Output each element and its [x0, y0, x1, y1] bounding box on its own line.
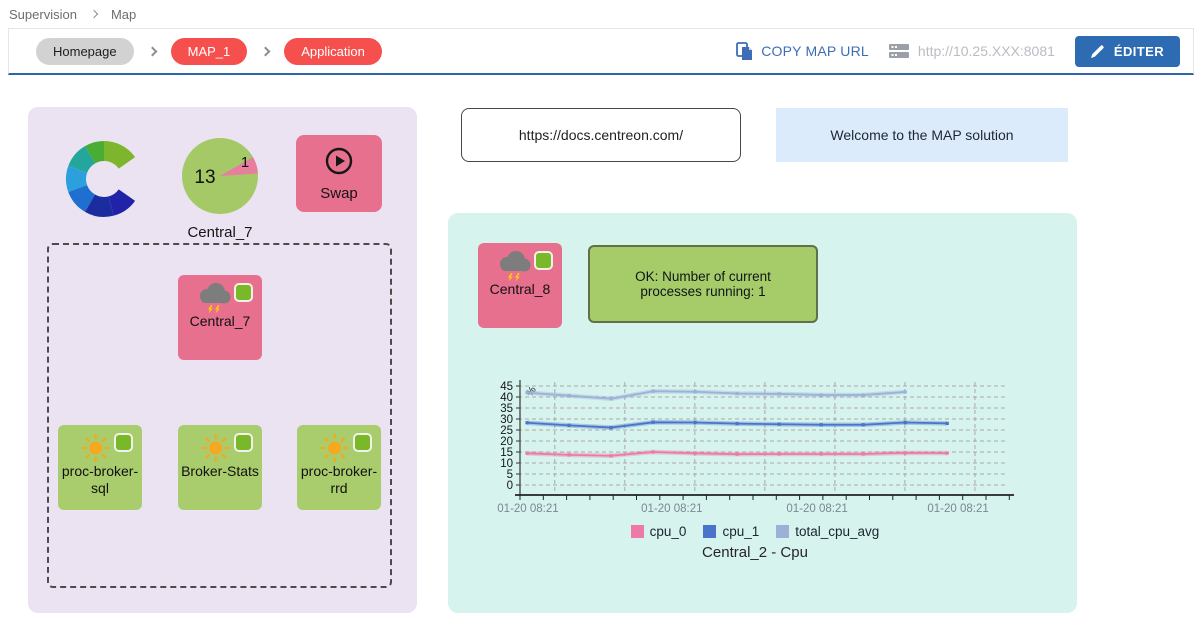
edit-button[interactable]: ÉDITER: [1075, 36, 1180, 67]
node-label: proc-broker-rrd: [297, 463, 381, 497]
chevron-right-icon: [90, 10, 98, 18]
server-url: http://10.25.XXX:8081: [889, 42, 1055, 60]
top-breadcrumb-map[interactable]: Map: [111, 7, 136, 22]
status-badge: [114, 433, 133, 452]
node-swap-label: Swap: [320, 185, 358, 202]
node-icon-row: [178, 425, 262, 463]
svg-text:10: 10: [500, 458, 513, 470]
map-breadcrumb: Homepage MAP_1 Application: [36, 38, 382, 65]
top-breadcrumb-supervision[interactable]: Supervision: [9, 7, 77, 22]
storm-cloud-icon: [194, 281, 236, 317]
svg-text:01-20 08:21: 01-20 08:21: [497, 503, 558, 515]
pie-widget-label: Central_7: [158, 224, 282, 241]
node-label: Broker-Stats: [178, 463, 262, 480]
svg-text:15: 15: [500, 447, 513, 459]
node-proc-broker-sql[interactable]: proc-broker-sql: [58, 425, 142, 510]
copy-map-url-button[interactable]: COPY MAP URL: [736, 42, 869, 61]
sun-icon: [317, 431, 353, 465]
chevron-right-icon: [147, 46, 157, 56]
node-proc-broker-rrd[interactable]: proc-broker-rrd: [297, 425, 381, 510]
storm-cloud-icon: [494, 249, 536, 285]
map-panel-right: Central_8 OK: Number of current processe…: [448, 213, 1077, 613]
svg-text:45: 45: [500, 381, 513, 393]
docs-url-box[interactable]: https://docs.centreon.com/: [461, 108, 741, 162]
server-icon: [889, 42, 910, 60]
welcome-box: Welcome to the MAP solution: [776, 108, 1068, 162]
svg-text:35: 35: [500, 403, 513, 415]
pie-problem-count: 1: [241, 154, 249, 171]
node-icon-row: [297, 425, 381, 463]
svg-text:01-20 08:21: 01-20 08:21: [927, 503, 988, 515]
copy-icon: [736, 42, 753, 61]
svg-text:01-20 08:21: 01-20 08:21: [786, 503, 847, 515]
pie-chart: 13 1: [179, 135, 261, 217]
edit-button-label: ÉDITER: [1114, 44, 1164, 59]
breadcrumb-homepage[interactable]: Homepage: [36, 38, 134, 65]
pie-widget-central-7[interactable]: 13 1 Central_7: [158, 135, 282, 241]
legend-item: total_cpu_avg: [776, 524, 879, 539]
node-central-8[interactable]: Central_8: [478, 243, 562, 328]
pencil-icon: [1091, 44, 1105, 58]
svg-text:40: 40: [500, 392, 513, 404]
copy-map-url-label: COPY MAP URL: [761, 43, 869, 59]
legend-label: cpu_1: [722, 524, 759, 539]
legend-item: cpu_1: [703, 524, 759, 539]
status-badge: [234, 283, 253, 302]
legend-label: total_cpu_avg: [795, 524, 879, 539]
legend-item: cpu_0: [631, 524, 687, 539]
play-icon: [323, 145, 355, 177]
node-swap[interactable]: Swap: [296, 135, 382, 212]
svg-text:25: 25: [500, 425, 513, 437]
svg-text:30: 30: [500, 414, 513, 426]
breadcrumb-map-1[interactable]: MAP_1: [171, 38, 248, 65]
node-central-7[interactable]: Central_7: [178, 275, 262, 360]
map-panel-left: 13 1 Central_7 Swap Central_7: [28, 107, 417, 613]
svg-text:5: 5: [507, 469, 513, 481]
cpu-chart-canvas: 051015202530354045 01-20 08:21 01-20 08:21…: [485, 376, 1025, 518]
legend-label: cpu_0: [650, 524, 687, 539]
chart-legend: cpu_0 cpu_1 total_cpu_avg: [485, 524, 1025, 539]
breadcrumb-application[interactable]: Application: [284, 38, 382, 65]
legend-swatch: [776, 525, 789, 538]
status-badge: [534, 251, 553, 270]
cpu-chart-widget[interactable]: 051015202530354045 01-20 08:21 01-20 08:21…: [485, 376, 1025, 561]
svg-text:20: 20: [500, 436, 513, 448]
status-badge: [353, 433, 372, 452]
chevron-right-icon: [261, 46, 271, 56]
pie-ok-count: 13: [194, 167, 215, 188]
svg-text:0: 0: [507, 480, 513, 492]
sun-icon: [198, 431, 234, 465]
legend-swatch: [631, 525, 644, 538]
status-output-box: OK: Number of current processes running:…: [588, 245, 818, 323]
status-badge: [234, 433, 253, 452]
centreon-logo: [62, 139, 146, 219]
server-url-text: http://10.25.XXX:8081: [918, 43, 1055, 59]
legend-swatch: [703, 525, 716, 538]
node-icon-row: [478, 243, 562, 281]
toolbar-right: COPY MAP URL http://10.25.XXX:8081 ÉDITE…: [736, 36, 1180, 67]
svg-text:01-20 08:21: 01-20 08:21: [641, 503, 702, 515]
node-label: proc-broker-sql: [58, 463, 142, 497]
top-breadcrumb: Supervision Map: [0, 0, 1202, 28]
sun-icon: [78, 431, 114, 465]
map-toolbar: Homepage MAP_1 Application COPY MAP URL …: [8, 28, 1194, 75]
node-broker-stats[interactable]: Broker-Stats: [178, 425, 262, 510]
node-icon-row: [178, 275, 262, 313]
chart-title: Central_2 - Cpu: [485, 544, 1025, 561]
node-icon-row: [58, 425, 142, 463]
